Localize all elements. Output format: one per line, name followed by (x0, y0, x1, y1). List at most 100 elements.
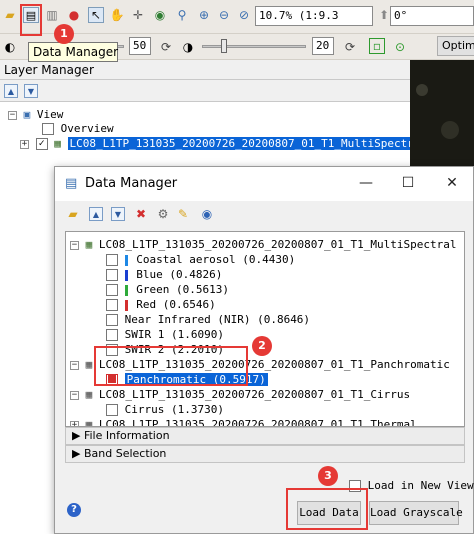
options-icon[interactable]: ⚙ (155, 206, 171, 222)
expand-arrow-icon: ▶ (72, 447, 81, 460)
band-item[interactable]: Coastal aerosol (0.4430) (106, 253, 295, 266)
band-item[interactable]: SWIR 1 (1.6090) (106, 328, 224, 341)
zoom-out-icon[interactable]: ⊖ (216, 7, 232, 23)
app-icon: ▤ (65, 176, 78, 191)
tree-overview-node[interactable]: Overview (42, 122, 114, 135)
highlight-box-load-data (286, 488, 368, 530)
view-icon: ▣ (23, 108, 31, 121)
select-region-icon[interactable]: ▫ (369, 38, 385, 54)
load-grayscale-button[interactable]: Load Grayscale (369, 501, 463, 525)
close-button[interactable]: ✕ (441, 173, 463, 193)
dataset-node[interactable]: + ▦ LC08_L1TP_131035_20200726_20200807_0… (70, 418, 417, 427)
layer-checkbox[interactable]: ✓ (35, 138, 48, 150)
expand-toggle-icon[interactable]: + (20, 139, 29, 149)
band-label: Blue (0.4826) (136, 268, 223, 281)
optimize-button[interactable]: Optimi (437, 36, 474, 56)
band-label: Coastal aerosol (0.4430) (136, 253, 296, 266)
band-item[interactable]: Cirrus (1.3730) (106, 403, 224, 416)
close-x-icon[interactable]: ✖ (133, 206, 149, 222)
highlight-box-data-manager (20, 4, 42, 36)
highlight-box-panchromatic (94, 346, 248, 386)
pan-hand-icon[interactable]: ✋ (109, 7, 125, 23)
expand-all-icon[interactable]: ▲ (4, 84, 18, 98)
dataset-name: LC08_L1TP_131035_20200726_20200807_01_T1… (98, 418, 417, 427)
dialog-title: Data Manager (85, 176, 178, 191)
collapse-all-icon[interactable]: ▼ (24, 84, 38, 98)
band-item[interactable]: Near Infrared (NIR) (0.8646) (106, 313, 310, 326)
raster-icon: ▦ (85, 358, 93, 371)
overview-checkbox[interactable] (42, 123, 54, 135)
layer-icon[interactable]: ▥ (44, 7, 60, 23)
help-icon[interactable]: ? (67, 503, 81, 517)
band-color-swatch (124, 299, 128, 311)
step-badge-2: 2 (252, 336, 272, 356)
dataset-name: LC08_L1TP_131035_20200726_20200807_01_T1… (98, 238, 457, 251)
tree-view-node[interactable]: − ▣ View (8, 108, 63, 121)
zoom-search-icon[interactable]: ⚲ (174, 7, 190, 23)
step-badge-3: 3 (318, 466, 338, 486)
section-label: File Information (83, 429, 170, 442)
dataset-name: LC08_L1TP_131035_20200726_20200807_01_T1… (98, 388, 411, 401)
band-checkbox[interactable] (106, 254, 118, 266)
band-checkbox[interactable] (106, 329, 118, 341)
band-selection-section[interactable]: ▶ Band Selection (65, 445, 465, 463)
band-item[interactable]: Blue (0.4826) (106, 268, 222, 281)
dialog-toolbar: ▰ ▲ ▼ ✖ ⚙ ✎ ◉ (55, 201, 473, 227)
data-manager-tooltip: Data Manager (28, 42, 118, 62)
dataset-tree[interactable]: − ▦ LC08_L1TP_131035_20200726_20200807_0… (65, 231, 465, 427)
file-information-section[interactable]: ▶ File Information (65, 427, 465, 445)
edit-icon[interactable]: ✎ (175, 206, 191, 222)
band-color-swatch (124, 269, 128, 281)
target-icon[interactable]: ⊙ (392, 39, 408, 55)
raster-icon: ▦ (85, 388, 93, 401)
globe-icon[interactable]: ◉ (152, 7, 168, 23)
dataset-node[interactable]: − ▦ LC08_L1TP_131035_20200726_20200807_0… (70, 388, 410, 401)
contrast-value[interactable]: 20 (312, 37, 334, 55)
band-checkbox[interactable] (106, 284, 118, 296)
brightness-value[interactable]: 50 (129, 37, 151, 55)
open-folder-icon[interactable]: ▰ (2, 7, 18, 23)
pin-icon[interactable]: ● (66, 7, 82, 23)
collapse-toggle-icon[interactable]: − (8, 110, 17, 120)
raster-icon: ▦ (54, 137, 61, 150)
tree-layer-node[interactable]: + ✓ ▦ LC08_L1TP_131035_20200726_20200807… (20, 137, 430, 150)
refresh-icon[interactable]: ⟳ (342, 39, 358, 55)
band-checkbox[interactable] (106, 314, 118, 326)
zoom-level-field[interactable]: 10.7% (1:9.3 (255, 6, 373, 26)
zoom-fit-icon[interactable]: ⊘ (236, 7, 252, 23)
globe-icon[interactable]: ◉ (199, 206, 215, 222)
step-badge-1: 1 (54, 24, 74, 44)
band-color-swatch (124, 284, 128, 296)
open-folder-icon[interactable]: ▰ (65, 206, 81, 222)
rotation-field[interactable]: 0° (390, 6, 474, 26)
expand-icon[interactable]: ▲ (89, 207, 103, 221)
raster-icon: ▦ (85, 418, 93, 427)
band-checkbox[interactable] (106, 269, 118, 281)
zoom-in-icon[interactable]: ⊕ (196, 7, 212, 23)
band-label: Cirrus (1.3730) (124, 403, 224, 416)
section-label: Band Selection (83, 447, 167, 460)
raster-icon: ▦ (85, 238, 93, 251)
minimize-button[interactable]: — (355, 173, 377, 193)
cursor-icon[interactable]: ↖ (88, 7, 104, 23)
band-label: Green (0.5613) (136, 283, 229, 296)
reset-icon[interactable]: ⟳ (158, 39, 174, 55)
contrast-slider-thumb[interactable] (221, 39, 227, 53)
band-item[interactable]: Red (0.6546) (106, 298, 216, 311)
layer-manager-title: Layer Manager (0, 60, 410, 80)
band-label: Red (0.6546) (136, 298, 216, 311)
band-item[interactable]: Green (0.5613) (106, 283, 229, 296)
crosshair-icon[interactable]: ✛ (130, 7, 146, 23)
collapse-toggle-icon[interactable]: − (70, 240, 79, 250)
contrast-icon: ◐ (4, 40, 16, 54)
maximize-button[interactable]: ☐ (397, 173, 419, 193)
contrast-slider[interactable] (202, 45, 306, 48)
collapse-toggle-icon[interactable]: − (70, 360, 79, 370)
band-checkbox[interactable] (106, 404, 118, 416)
collapse-toggle-icon[interactable]: − (70, 390, 79, 400)
view-label: View (36, 108, 64, 121)
band-checkbox[interactable] (106, 299, 118, 311)
dataset-node[interactable]: − ▦ LC08_L1TP_131035_20200726_20200807_0… (70, 238, 457, 251)
dialog-titlebar[interactable]: ▤ Data Manager — ☐ ✕ (55, 167, 473, 201)
collapse-icon[interactable]: ▼ (111, 207, 125, 221)
